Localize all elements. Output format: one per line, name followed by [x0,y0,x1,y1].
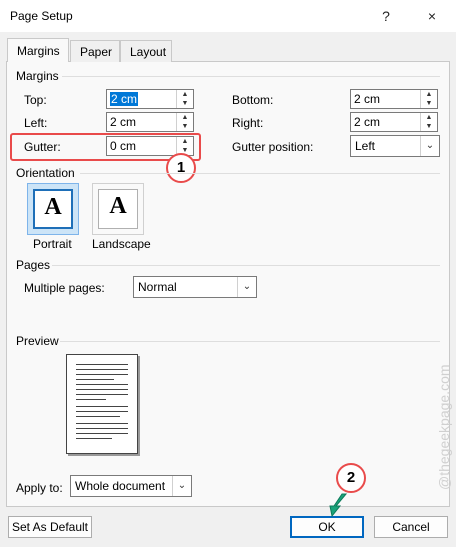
top-margin-arrows[interactable]: ▲ ▼ [176,90,193,108]
gutter-position-value: Left [355,139,376,153]
spin-down-icon[interactable]: ▼ [177,122,193,131]
preview-line [76,384,128,385]
spin-down-icon[interactable]: ▼ [177,99,193,108]
spin-up-icon[interactable]: ▲ [177,90,193,99]
preview-line [76,399,106,400]
gutter-position-label: Gutter position: [232,140,314,154]
right-margin-value[interactable]: 2 cm [354,115,380,129]
orientation-heading: Orientation [16,166,75,180]
pointer-arrow-icon [329,493,348,518]
step-2-badge: 2 [336,463,366,493]
bottom-margin-spinner[interactable]: 2 cm ▲ ▼ [350,89,438,109]
top-margin-spinner[interactable]: 2 cm ▲ ▼ [106,89,194,109]
bottom-margin-value[interactable]: 2 cm [354,92,380,106]
tab-margins[interactable]: Margins [7,38,69,62]
preview-line [76,438,112,439]
preview-line [76,411,128,412]
preview-heading: Preview [16,334,59,348]
apply-to-dropdown[interactable]: Whole document ⌄ [70,475,192,497]
multiple-pages-value: Normal [138,280,177,294]
page-preview [66,354,138,454]
preview-line [76,379,114,380]
bottom-margin-arrows[interactable]: ▲ ▼ [420,90,437,108]
top-label: Top: [24,93,47,107]
multiple-pages-dropdown[interactable]: Normal ⌄ [133,276,257,298]
right-margin-arrows[interactable]: ▲ ▼ [420,113,437,131]
multiple-pages-label: Multiple pages: [24,281,105,295]
left-label: Left: [24,116,48,130]
right-label: Right: [232,116,264,130]
preview-line [76,416,120,417]
pages-heading: Pages [16,258,51,272]
orientation-separator [80,173,440,174]
spin-up-icon[interactable]: ▲ [421,113,437,122]
gutter-position-dropdown[interactable]: Left ⌄ [350,135,440,157]
preview-line [76,406,128,407]
spin-up-icon[interactable]: ▲ [177,113,193,122]
spin-down-icon[interactable]: ▼ [421,99,437,108]
apply-to-value: Whole document [75,479,166,493]
preview-line [76,374,128,375]
preview-line [76,369,128,370]
close-button[interactable]: × [418,4,446,28]
chevron-down-icon[interactable]: ⌄ [237,277,256,297]
left-margin-spinner[interactable]: 2 cm ▲ ▼ [106,112,194,132]
portrait-label[interactable]: Portrait [33,237,72,251]
preview-line [76,423,128,424]
landscape-icon: A [98,189,138,229]
spin-up-icon[interactable]: ▲ [421,90,437,99]
step-1-badge: 1 [166,153,196,183]
apply-to-label: Apply to: [16,481,63,495]
preview-separator [60,341,440,342]
spin-down-icon[interactable]: ▼ [421,122,437,131]
chevron-down-icon[interactable]: ⌄ [420,136,439,156]
ok-button[interactable]: OK [290,516,364,538]
portrait-icon: A [33,189,73,229]
preview-line [76,428,128,429]
chevron-down-icon[interactable]: ⌄ [172,476,191,496]
cancel-button[interactable]: Cancel [374,516,448,538]
pages-separator [52,265,440,266]
set-as-default-button[interactable]: Set As Default [8,516,92,538]
tab-layout[interactable]: Layout [120,40,172,62]
margins-heading: Margins [16,69,59,83]
preview-line [76,389,128,390]
portrait-option[interactable]: A [27,183,79,235]
right-margin-spinner[interactable]: 2 cm ▲ ▼ [350,112,438,132]
tab-paper[interactable]: Paper [70,40,120,62]
preview-line [76,364,128,365]
landscape-option[interactable]: A [92,183,144,235]
preview-line [76,433,128,434]
watermark: @thegeekpage.com [436,364,452,490]
top-margin-value[interactable]: 2 cm [110,92,139,106]
landscape-label[interactable]: Landscape [92,237,151,251]
margins-separator [62,76,440,77]
bottom-label: Bottom: [232,93,274,107]
preview-line [76,394,128,395]
help-button[interactable]: ? [372,4,400,28]
left-margin-arrows[interactable]: ▲ ▼ [176,113,193,131]
window-title: Page Setup [10,9,73,23]
left-margin-value[interactable]: 2 cm [110,115,136,129]
